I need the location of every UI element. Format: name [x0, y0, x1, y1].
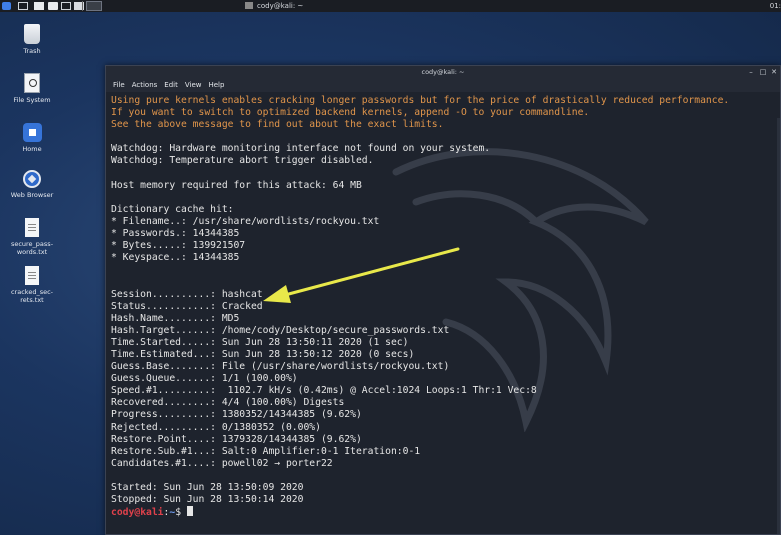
terminal-line: Progress.........: 1380352/14344385 (9.6…	[111, 409, 362, 421]
terminal-output[interactable]: Using pure kernels enables cracking long…	[106, 92, 780, 534]
desktop-icon-label: Web Browser	[10, 191, 54, 199]
terminal-titlebar[interactable]: cody@kali: ~ – □ ✕	[106, 66, 780, 78]
terminal-line: Hash.Target......: /home/cody/Desktop/se…	[111, 324, 450, 336]
terminal-line: Time.Estimated...: Sun Jun 28 13:50:12 2…	[111, 348, 415, 360]
terminal-line: Restore.Sub.#1...: Salt:0 Amplifier:0-1 …	[111, 445, 421, 457]
terminal-line: Status...........: Cracked	[111, 300, 263, 312]
desktop-icon-label: Home	[22, 145, 42, 153]
maximize-icon[interactable]: □	[758, 67, 768, 77]
minimize-icon[interactable]: –	[746, 67, 756, 77]
menu-help[interactable]: Help	[208, 78, 224, 92]
panel-separator	[82, 1, 83, 11]
terminal-prompt-line[interactable]: cody@kali:~$	[111, 506, 729, 518]
terminal-line: Speed.#1.........: 1102.7 kH/s (0.42ms) …	[111, 385, 537, 397]
trash-icon	[24, 24, 40, 44]
desktop-icon-web-browser[interactable]: Web Browser	[2, 170, 62, 199]
desktop-icon-label: File System	[13, 96, 51, 104]
terminal-icon	[245, 2, 253, 9]
text-cursor	[186, 506, 193, 517]
terminal-line: Restore.Point....: 1379328/14344385 (9.6…	[111, 433, 362, 445]
show-desktop-icon[interactable]	[18, 2, 28, 10]
drive-icon	[24, 73, 40, 93]
web-browser-icon	[23, 170, 41, 188]
terminal-line: Host memory required for this attack: 64…	[111, 179, 362, 191]
desktop-icon-label: Trash	[23, 47, 41, 55]
file-manager-icon[interactable]	[34, 2, 44, 10]
terminal-line: Stopped: Sun Jun 28 13:50:14 2020	[111, 494, 304, 506]
desktop-icon-label: cracked_sec- rets.txt	[10, 288, 53, 304]
terminal-line: * Keyspace..: 14344385	[111, 252, 240, 264]
terminal-line: See the above message to find out about …	[111, 119, 444, 131]
menu-file[interactable]: File	[113, 78, 125, 92]
terminal-line: Hash.Name........: MD5	[111, 312, 240, 324]
taskbar-window-title: cody@kali: ~	[257, 2, 304, 10]
prompt-host: kali	[140, 507, 164, 519]
browser-launcher-icon[interactable]	[61, 2, 71, 10]
terminal-line: * Passwords.: 14344385	[111, 228, 240, 240]
terminal-title: cody@kali: ~	[421, 68, 465, 76]
terminal-window[interactable]: cody@kali: ~ – □ ✕ File Actions Edit View He…	[105, 65, 781, 535]
text-file-icon	[25, 266, 39, 285]
terminal-line: Rejected.........: 0/1380352 (0.00%)	[111, 421, 321, 433]
terminal-line: Watchdog: Temperature abort trigger disa…	[111, 155, 374, 167]
prompt-symbol: $	[175, 507, 187, 519]
text-file-icon	[25, 218, 39, 237]
terminal-line: Guess.Base.......: File (/usr/share/word…	[111, 361, 450, 373]
menu-edit[interactable]: Edit	[164, 78, 178, 92]
terminal-line: Session..........: hashcat	[111, 288, 263, 300]
desktop-icon-file-system[interactable]: File System	[2, 73, 62, 104]
menu-view[interactable]: View	[185, 78, 202, 92]
desktop-icon-home[interactable]: Home	[2, 123, 62, 153]
prompt-user: cody	[111, 507, 135, 519]
terminal-line: Watchdog: Hardware monitoring interface …	[111, 143, 491, 155]
terminal-line: Time.Started.....: Sun Jun 28 13:50:11 2…	[111, 336, 409, 348]
terminal-line: Started: Sun Jun 28 13:50:09 2020	[111, 482, 304, 493]
terminal-text: Using pure kernels enables cracking long…	[111, 95, 729, 518]
desktop-icon-label: secure_pass- words.txt	[10, 240, 54, 256]
close-icon[interactable]: ✕	[769, 67, 779, 77]
terminal-line: Candidates.#1....: powell02 → porter22	[111, 457, 333, 469]
desktop-icon-secure-passwords[interactable]: secure_pass- words.txt	[2, 218, 62, 256]
kali-menu-icon[interactable]	[2, 2, 11, 10]
top-panel: cody@kali: ~ 01:	[0, 0, 781, 12]
terminal-line: * Filename..: /usr/share/wordlists/rocky…	[111, 215, 380, 227]
workspace-switcher[interactable]	[86, 1, 102, 11]
taskbar-window-button[interactable]: cody@kali: ~	[245, 1, 303, 11]
terminal-line: * Bytes.....: 139921507	[111, 240, 246, 252]
terminal-launcher-icon[interactable]	[48, 2, 58, 10]
terminal-line: Guess.Queue......: 1/1 (100.00%)	[111, 373, 298, 385]
desktop-icon-cracked-secrets[interactable]: cracked_sec- rets.txt	[2, 266, 62, 304]
terminal-menubar: File Actions Edit View Help	[106, 78, 780, 92]
terminal-line: Using pure kernels enables cracking long…	[111, 95, 730, 106]
panel-clock[interactable]: 01:	[770, 1, 781, 11]
terminal-line: Dictionary cache hit:	[111, 203, 234, 215]
terminal-line: If you want to switch to optimized backe…	[111, 107, 590, 119]
home-folder-icon	[22, 123, 42, 142]
menu-actions[interactable]: Actions	[132, 78, 158, 92]
terminal-line: Recovered........: 4/4 (100.00%) Digests	[111, 397, 345, 409]
terminal-scrollbar[interactable]	[777, 118, 780, 534]
desktop-icon-trash[interactable]: Trash	[2, 24, 62, 55]
